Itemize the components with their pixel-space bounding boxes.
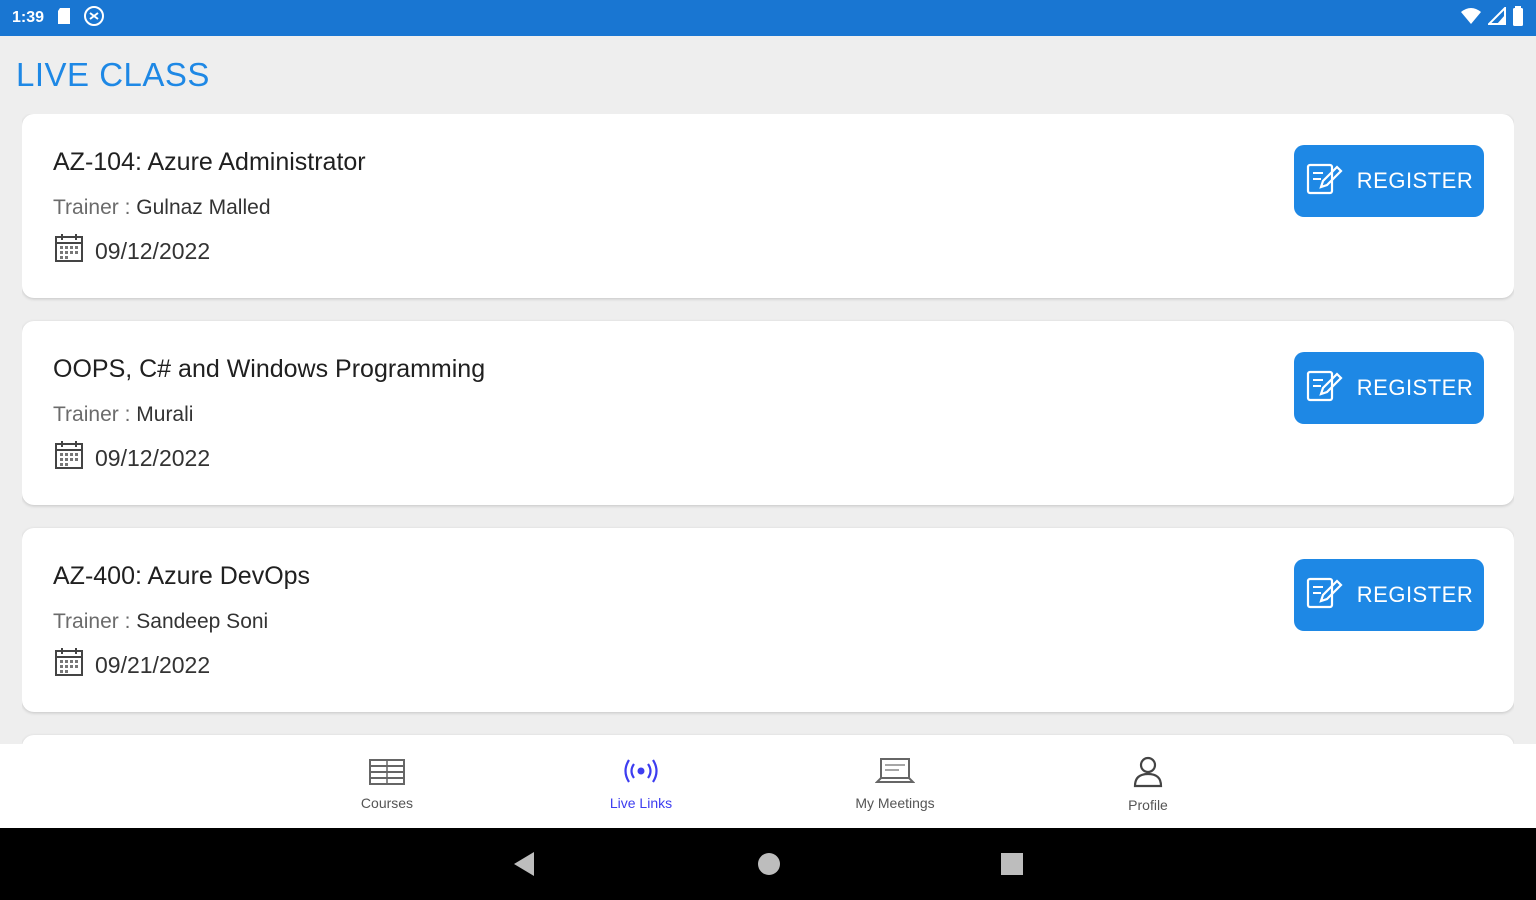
nav-item-courses[interactable]: Courses (317, 756, 457, 811)
register-label: REGISTER (1356, 582, 1474, 607)
class-date: 09/21/2022 (95, 651, 211, 678)
course-title: OOPS, C# and Windows Programming (53, 355, 486, 383)
status-time: 1:39 (12, 9, 45, 26)
edit-note-icon (1305, 573, 1343, 617)
books-icon (368, 756, 406, 789)
system-navigation-bar (0, 828, 1536, 900)
nav-item-my-meetings[interactable]: My Meetings (825, 756, 965, 811)
trainer-name: Sandeep Soni (136, 610, 269, 633)
cell-signal-icon (1486, 5, 1506, 30)
nav-item-profile[interactable]: Profile (1078, 756, 1218, 813)
calendar-icon (53, 646, 85, 684)
register-label: REGISTER (1356, 168, 1474, 193)
class-card-partial (22, 735, 1514, 744)
trainer-line: Trainer : Gulnaz Malled (53, 196, 271, 220)
trainer-label: Trainer : (53, 403, 131, 426)
class-date: 09/12/2022 (95, 444, 211, 471)
sd-card-icon (56, 7, 72, 30)
battery-icon (1512, 5, 1524, 31)
nav-label: Live Links (609, 795, 673, 811)
page-title: LIVE CLASS (16, 56, 210, 93)
sync-icon (84, 5, 105, 31)
register-button[interactable]: REGISTER (1294, 145, 1484, 217)
class-card: AZ-400: Azure DevOps Trainer : Sandeep S… (22, 528, 1514, 712)
nav-item-live-links[interactable]: Live Links (571, 756, 711, 811)
date-row: 09/12/2022 (53, 232, 210, 270)
back-icon[interactable] (512, 850, 536, 883)
trainer-line: Trainer : Murali (53, 403, 193, 427)
wifi-icon (1460, 7, 1482, 30)
course-title: AZ-400: Azure DevOps (53, 562, 311, 590)
trainer-label: Trainer : (53, 610, 131, 633)
course-title: AZ-104: Azure Administrator (53, 148, 366, 176)
laptop-meeting-icon (874, 756, 916, 789)
class-card: OOPS, C# and Windows Programming Trainer… (22, 321, 1514, 505)
calendar-icon (53, 232, 85, 270)
home-icon[interactable] (756, 850, 782, 883)
date-row: 09/21/2022 (53, 646, 210, 684)
nav-label: My Meetings (855, 795, 935, 811)
recents-icon[interactable] (999, 850, 1025, 883)
date-row: 09/12/2022 (53, 439, 210, 477)
trainer-label: Trainer : (53, 196, 131, 219)
nav-label: Profile (1128, 797, 1168, 813)
edit-note-icon (1305, 366, 1343, 410)
register-button[interactable]: REGISTER (1294, 352, 1484, 424)
class-date: 09/12/2022 (95, 237, 211, 264)
bottom-navigation: Courses Live Links My Meetings Profile (0, 744, 1536, 828)
trainer-name: Murali (136, 403, 194, 426)
nav-label: Courses (360, 795, 414, 811)
status-bar: 1:39 (0, 0, 1536, 36)
trainer-name: Gulnaz Malled (136, 196, 271, 219)
broadcast-icon (622, 756, 660, 789)
person-icon (1131, 756, 1165, 791)
register-button[interactable]: REGISTER (1294, 559, 1484, 631)
edit-note-icon (1305, 159, 1343, 203)
class-card: AZ-104: Azure Administrator Trainer : Gu… (22, 114, 1514, 298)
class-list[interactable]: AZ-104: Azure Administrator Trainer : Gu… (22, 114, 1514, 744)
register-label: REGISTER (1356, 375, 1474, 400)
calendar-icon (53, 439, 85, 477)
trainer-line: Trainer : Sandeep Soni (53, 610, 268, 634)
